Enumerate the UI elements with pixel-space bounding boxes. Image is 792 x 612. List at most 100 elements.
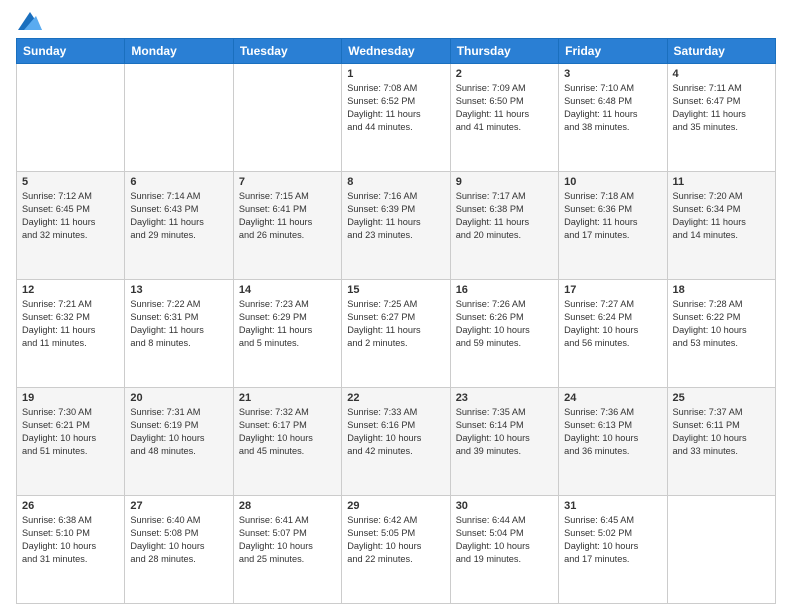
- calendar-cell: 8 Sunrise: 7:16 AM Sunset: 6:39 PM Daylig…: [342, 172, 450, 280]
- day-content: Sunrise: 7:33 AM Sunset: 6:16 PM Dayligh…: [347, 406, 444, 458]
- calendar-cell: 10 Sunrise: 7:18 AM Sunset: 6:36 PM Dayli…: [559, 172, 667, 280]
- header: [16, 12, 776, 30]
- day-number: 8: [347, 176, 444, 188]
- day-number: 26: [22, 500, 119, 512]
- day-header-monday: Monday: [125, 39, 233, 64]
- day-content: Sunrise: 7:08 AM Sunset: 6:52 PM Dayligh…: [347, 82, 444, 134]
- calendar-cell: 16 Sunrise: 7:26 AM Sunset: 6:26 PM Dayli…: [450, 280, 558, 388]
- calendar-cell: 18 Sunrise: 7:28 AM Sunset: 6:22 PM Dayli…: [667, 280, 775, 388]
- calendar-cell: 1 Sunrise: 7:08 AM Sunset: 6:52 PM Daylig…: [342, 64, 450, 172]
- day-number: 16: [456, 284, 553, 296]
- day-content: Sunrise: 7:31 AM Sunset: 6:19 PM Dayligh…: [130, 406, 227, 458]
- day-content: Sunrise: 7:27 AM Sunset: 6:24 PM Dayligh…: [564, 298, 661, 350]
- calendar-cell: 24Sunrise: 7:36 AM Sunset: 6:13 PM Dayli…: [559, 388, 667, 496]
- day-number: 12: [22, 284, 119, 296]
- day-content: Sunrise: 6:45 AM Sunset: 5:02 PM Dayligh…: [564, 514, 661, 566]
- calendar-cell: 5 Sunrise: 7:12 AM Sunset: 6:45 PM Daylig…: [17, 172, 125, 280]
- day-number: 20: [130, 392, 227, 404]
- calendar-week-4: 19Sunrise: 7:30 AM Sunset: 6:21 PM Dayli…: [17, 388, 776, 496]
- day-content: Sunrise: 7:25 AM Sunset: 6:27 PM Dayligh…: [347, 298, 444, 350]
- calendar-cell: [17, 64, 125, 172]
- day-content: Sunrise: 6:41 AM Sunset: 5:07 PM Dayligh…: [239, 514, 336, 566]
- calendar-cell: 6 Sunrise: 7:14 AM Sunset: 6:43 PM Daylig…: [125, 172, 233, 280]
- day-number: 25: [673, 392, 770, 404]
- calendar-cell: 30Sunrise: 6:44 AM Sunset: 5:04 PM Dayli…: [450, 496, 558, 604]
- day-header-sunday: Sunday: [17, 39, 125, 64]
- calendar-header-row: SundayMondayTuesdayWednesdayThursdayFrid…: [17, 39, 776, 64]
- day-content: Sunrise: 7:26 AM Sunset: 6:26 PM Dayligh…: [456, 298, 553, 350]
- day-number: 23: [456, 392, 553, 404]
- day-content: Sunrise: 7:30 AM Sunset: 6:21 PM Dayligh…: [22, 406, 119, 458]
- calendar-cell: 26 Sunrise: 6:38 AM Sunset: 5:10 PM Dayli…: [17, 496, 125, 604]
- day-content: Sunrise: 7:10 AM Sunset: 6:48 PM Dayligh…: [564, 82, 661, 134]
- day-content: Sunrise: 7:14 AM Sunset: 6:43 PM Dayligh…: [130, 190, 227, 242]
- day-number: 9: [456, 176, 553, 188]
- day-number: 1: [347, 68, 444, 80]
- calendar-week-3: 12 Sunrise: 7:21 AM Sunset: 6:32 PM Dayli…: [17, 280, 776, 388]
- calendar-week-5: 26 Sunrise: 6:38 AM Sunset: 5:10 PM Dayli…: [17, 496, 776, 604]
- calendar-cell: 31 Sunrise: 6:45 AM Sunset: 5:02 PM Dayli…: [559, 496, 667, 604]
- day-number: 31: [564, 500, 661, 512]
- day-header-saturday: Saturday: [667, 39, 775, 64]
- day-number: 18: [673, 284, 770, 296]
- calendar-cell: 13Sunrise: 7:22 AM Sunset: 6:31 PM Dayli…: [125, 280, 233, 388]
- day-content: Sunrise: 7:32 AM Sunset: 6:17 PM Dayligh…: [239, 406, 336, 458]
- calendar-cell: 22 Sunrise: 7:33 AM Sunset: 6:16 PM Dayli…: [342, 388, 450, 496]
- day-header-tuesday: Tuesday: [233, 39, 341, 64]
- day-number: 15: [347, 284, 444, 296]
- day-content: Sunrise: 7:18 AM Sunset: 6:36 PM Dayligh…: [564, 190, 661, 242]
- day-content: Sunrise: 7:37 AM Sunset: 6:11 PM Dayligh…: [673, 406, 770, 458]
- day-content: Sunrise: 7:35 AM Sunset: 6:14 PM Dayligh…: [456, 406, 553, 458]
- calendar-cell: 21 Sunrise: 7:32 AM Sunset: 6:17 PM Dayli…: [233, 388, 341, 496]
- calendar-cell: 15 Sunrise: 7:25 AM Sunset: 6:27 PM Dayli…: [342, 280, 450, 388]
- day-number: 3: [564, 68, 661, 80]
- calendar-cell: 17 Sunrise: 7:27 AM Sunset: 6:24 PM Dayli…: [559, 280, 667, 388]
- day-number: 2: [456, 68, 553, 80]
- calendar-cell: 4 Sunrise: 7:11 AM Sunset: 6:47 PM Daylig…: [667, 64, 775, 172]
- day-content: Sunrise: 7:20 AM Sunset: 6:34 PM Dayligh…: [673, 190, 770, 242]
- day-content: Sunrise: 6:38 AM Sunset: 5:10 PM Dayligh…: [22, 514, 119, 566]
- calendar-cell: 20 Sunrise: 7:31 AM Sunset: 6:19 PM Dayli…: [125, 388, 233, 496]
- day-header-thursday: Thursday: [450, 39, 558, 64]
- logo-icon: [18, 12, 42, 30]
- day-number: 30: [456, 500, 553, 512]
- calendar-cell: 23 Sunrise: 7:35 AM Sunset: 6:14 PM Dayli…: [450, 388, 558, 496]
- day-number: 22: [347, 392, 444, 404]
- calendar-cell: [233, 64, 341, 172]
- day-number: 14: [239, 284, 336, 296]
- day-content: Sunrise: 7:16 AM Sunset: 6:39 PM Dayligh…: [347, 190, 444, 242]
- day-number: 6: [130, 176, 227, 188]
- day-content: Sunrise: 6:42 AM Sunset: 5:05 PM Dayligh…: [347, 514, 444, 566]
- calendar-cell: 12 Sunrise: 7:21 AM Sunset: 6:32 PM Dayli…: [17, 280, 125, 388]
- day-header-wednesday: Wednesday: [342, 39, 450, 64]
- day-content: Sunrise: 7:22 AM Sunset: 6:31 PM Dayligh…: [130, 298, 227, 350]
- day-content: Sunrise: 7:28 AM Sunset: 6:22 PM Dayligh…: [673, 298, 770, 350]
- day-number: 10: [564, 176, 661, 188]
- day-content: Sunrise: 7:21 AM Sunset: 6:32 PM Dayligh…: [22, 298, 119, 350]
- day-content: Sunrise: 7:15 AM Sunset: 6:41 PM Dayligh…: [239, 190, 336, 242]
- page: SundayMondayTuesdayWednesdayThursdayFrid…: [0, 0, 792, 612]
- calendar-cell: 7 Sunrise: 7:15 AM Sunset: 6:41 PM Daylig…: [233, 172, 341, 280]
- calendar-cell: [125, 64, 233, 172]
- day-number: 4: [673, 68, 770, 80]
- calendar-table: SundayMondayTuesdayWednesdayThursdayFrid…: [16, 38, 776, 604]
- day-number: 17: [564, 284, 661, 296]
- day-content: Sunrise: 7:12 AM Sunset: 6:45 PM Dayligh…: [22, 190, 119, 242]
- calendar-cell: 11Sunrise: 7:20 AM Sunset: 6:34 PM Dayli…: [667, 172, 775, 280]
- calendar-cell: 9Sunrise: 7:17 AM Sunset: 6:38 PM Daylig…: [450, 172, 558, 280]
- day-number: 27: [130, 500, 227, 512]
- day-content: Sunrise: 7:11 AM Sunset: 6:47 PM Dayligh…: [673, 82, 770, 134]
- day-number: 5: [22, 176, 119, 188]
- day-content: Sunrise: 7:36 AM Sunset: 6:13 PM Dayligh…: [564, 406, 661, 458]
- calendar-cell: 27 Sunrise: 6:40 AM Sunset: 5:08 PM Dayli…: [125, 496, 233, 604]
- day-number: 29: [347, 500, 444, 512]
- day-number: 7: [239, 176, 336, 188]
- day-number: 21: [239, 392, 336, 404]
- day-content: Sunrise: 6:40 AM Sunset: 5:08 PM Dayligh…: [130, 514, 227, 566]
- calendar-cell: 25 Sunrise: 7:37 AM Sunset: 6:11 PM Dayli…: [667, 388, 775, 496]
- calendar-cell: 2Sunrise: 7:09 AM Sunset: 6:50 PM Daylig…: [450, 64, 558, 172]
- calendar-cell: 14Sunrise: 7:23 AM Sunset: 6:29 PM Dayli…: [233, 280, 341, 388]
- day-header-friday: Friday: [559, 39, 667, 64]
- calendar-week-1: 1 Sunrise: 7:08 AM Sunset: 6:52 PM Daylig…: [17, 64, 776, 172]
- calendar-cell: [667, 496, 775, 604]
